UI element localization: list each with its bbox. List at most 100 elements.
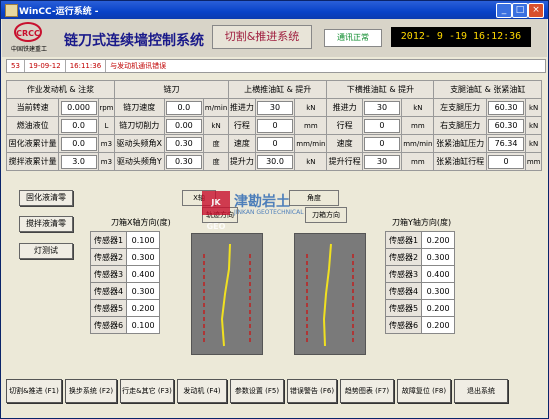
param-value-engine: 0.0 xyxy=(60,136,97,151)
param-value-cell: 0.0 xyxy=(58,134,99,153)
sensor-row: 传感器3 0.400 xyxy=(89,265,161,283)
param-value-cell: 0.30 xyxy=(163,152,205,171)
param-value-cell: 76.34 xyxy=(485,134,527,153)
trends-button[interactable]: 趋势图表 (F7) xyxy=(340,379,394,403)
param-unit: mm xyxy=(294,116,328,135)
group-header-upper: 上横推油缸 & 提升 xyxy=(228,80,328,99)
sensor-row: 传感器6 0.100 xyxy=(89,316,161,334)
sensor-value: 0.200 xyxy=(421,299,456,317)
reset-curing-button[interactable]: 固化液清零 xyxy=(19,190,73,206)
sensor-x-table: 传感器1 0.100 传感器2 0.300 传感器3 0.400 传感器4 0.300 传感器5… xyxy=(89,231,161,334)
param-unit: 度 xyxy=(203,134,230,153)
param-value-upper: 30.0 xyxy=(257,154,293,169)
param-unit: m3 xyxy=(97,134,115,153)
minimize-button[interactable]: _ xyxy=(496,3,512,18)
lamp-test-button[interactable]: 灯测试 xyxy=(19,243,73,259)
group-header-leg: 支腿油缸 & 张紧油缸 xyxy=(433,80,542,99)
param-value-cell: 30 xyxy=(361,98,403,117)
errors-button[interactable]: 错误警告 (F6) xyxy=(287,379,337,403)
param-unit: kN xyxy=(203,116,230,135)
param-value-cell: 0 xyxy=(361,134,403,153)
sensor-row: 传感器2 0.300 xyxy=(384,248,456,266)
cut-push-button[interactable]: 切割&推进 (F1) xyxy=(6,379,62,403)
param-value-cell: 30.0 xyxy=(254,152,296,171)
sensor-label: 传感器3 xyxy=(384,265,423,283)
header: CRCC 中国铁建重工 链刀式连续墙控制系统 切割&推进系统 通讯正常 2012… xyxy=(2,19,547,57)
param-unit: m3 xyxy=(97,152,115,171)
param-label-engine: 搅拌液累计量 xyxy=(5,152,60,171)
param-value-cell: 0.30 xyxy=(163,134,205,153)
param-value-cell: 60.30 xyxy=(485,116,527,135)
param-label-lower: 行程 xyxy=(326,116,363,135)
param-label-engine: 当前转速 xyxy=(5,98,60,117)
sensor-value: 0.300 xyxy=(421,248,456,266)
reset-mixing-button[interactable]: 搅拌液清零 xyxy=(19,216,73,232)
param-value-leg: 76.34 xyxy=(488,136,525,151)
title-bar[interactable]: WinCC-运行系统 - _ □ × xyxy=(1,1,548,19)
param-value-cell: 0.000 xyxy=(58,98,99,117)
param-unit: kN xyxy=(525,116,542,135)
param-value-cell: 0.0 xyxy=(58,116,99,135)
sensor-value: 0.100 xyxy=(126,316,161,334)
travel-button[interactable]: 行走&其它 (F3) xyxy=(120,379,174,403)
sensor-value: 0.400 xyxy=(421,265,456,283)
param-label-lower: 提升行程 xyxy=(326,152,363,171)
x-track-panel xyxy=(191,233,263,355)
change-step-button[interactable]: 换步系统 (F2) xyxy=(65,379,117,403)
wincc-window: WinCC-运行系统 - _ □ × CRCC 中国铁建重工 链刀式连续墙控制系… xyxy=(0,0,549,419)
group-header-chain: 链刀 xyxy=(113,80,230,99)
param-label-engine: 固化液累计量 xyxy=(5,134,60,153)
param-label-engine: 燃油液位 xyxy=(5,116,60,135)
param-value-lower: 0 xyxy=(363,136,400,151)
sensor-value: 0.100 xyxy=(126,231,161,249)
param-value-lower: 30 xyxy=(363,154,400,169)
param-value-cell: 30 xyxy=(254,98,296,117)
y-track-graphic xyxy=(306,243,354,347)
param-value-cell: 0 xyxy=(254,134,296,153)
sensor-row: 传感器5 0.200 xyxy=(89,299,161,317)
alarm-date: 19-09-12 xyxy=(25,60,66,72)
param-value-engine: 0.0 xyxy=(60,118,97,133)
sensor-label: 传感器4 xyxy=(384,282,423,300)
param-value-cell: 30 xyxy=(361,152,403,171)
param-unit: kN xyxy=(294,98,328,117)
watermark-en: JINKAN GEOTECHNICAL xyxy=(234,209,304,216)
sensor-value: 0.300 xyxy=(126,282,161,300)
close-button[interactable]: × xyxy=(528,3,544,18)
x-track-graphic xyxy=(203,243,251,347)
param-value-cell: 0 xyxy=(361,116,403,135)
param-unit: mm xyxy=(401,116,435,135)
sensor-row: 传感器4 0.300 xyxy=(384,282,456,300)
param-value-lower: 30 xyxy=(363,100,400,115)
sensor-y-table: 传感器1 0.200 传感器2 0.300 传感器3 0.400 传感器4 0.300 传感器5… xyxy=(384,231,456,334)
param-label-leg: 左支腿压力 xyxy=(433,98,487,117)
sensor-row: 传感器6 0.200 xyxy=(384,316,456,334)
param-unit: kN xyxy=(294,152,328,171)
param-value-leg: 60.30 xyxy=(488,100,525,115)
company-name: 中国铁建重工 xyxy=(10,46,47,53)
reset-button[interactable]: 故障复位 (F8) xyxy=(397,379,451,403)
param-label-lower: 推进力 xyxy=(326,98,363,117)
params-button[interactable]: 参数设置 (F5) xyxy=(230,379,284,403)
param-label-chain: 驱动头频角X xyxy=(113,134,165,153)
param-value-lower: 0 xyxy=(363,118,400,133)
param-label-upper: 速度 xyxy=(228,134,256,153)
sensor-label: 传感器6 xyxy=(384,316,423,334)
sensor-label: 传感器2 xyxy=(384,248,423,266)
sensor-label: 传感器3 xyxy=(89,265,128,283)
maximize-button[interactable]: □ xyxy=(512,3,528,18)
param-unit: mm xyxy=(525,152,542,171)
sensor-label: 传感器1 xyxy=(89,231,128,249)
alarm-bar[interactable]: 53 19-09-12 16:11:36 与发动机通讯错误 xyxy=(6,59,546,73)
watermark-logo: JK GEO xyxy=(202,191,230,231)
param-label-lower: 速度 xyxy=(326,134,363,153)
param-value-chain: 0.30 xyxy=(165,154,202,169)
param-value-cell: 0.0 xyxy=(163,98,205,117)
sensor-label: 传感器6 xyxy=(89,316,128,334)
alarm-id: 53 xyxy=(7,60,25,72)
sensor-y-title: 刀箱Y轴方向(度) xyxy=(392,218,452,227)
exit-button[interactable]: 退出系统 xyxy=(454,379,508,403)
param-label-chain: 驱动头频角Y xyxy=(113,152,165,171)
engine-button[interactable]: 发动机 (F4) xyxy=(177,379,227,403)
param-unit: rpm xyxy=(97,98,115,117)
